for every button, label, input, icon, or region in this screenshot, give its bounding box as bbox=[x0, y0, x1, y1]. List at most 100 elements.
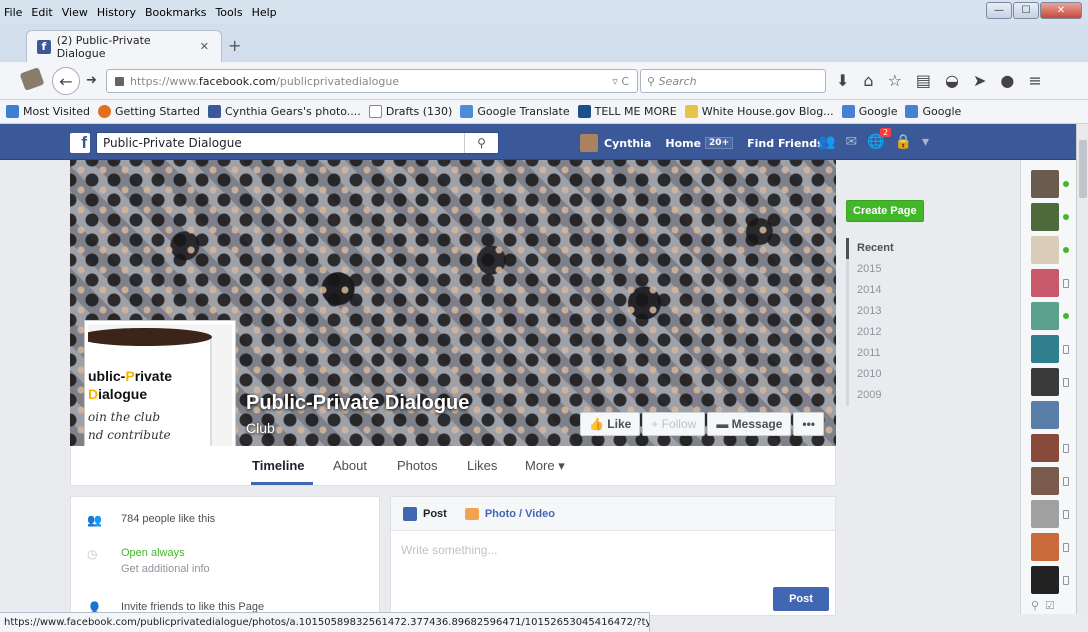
menu-bookmarks[interactable]: Bookmarks bbox=[145, 6, 206, 19]
chat-contact-avatar[interactable] bbox=[1031, 170, 1059, 198]
year-2011[interactable]: 2011 bbox=[849, 343, 926, 364]
create-page-button[interactable]: Create Page bbox=[846, 200, 924, 222]
timeline-years: Recent 2015 2014 2013 2012 2011 2010 200… bbox=[846, 238, 926, 406]
menu-history[interactable]: History bbox=[97, 6, 136, 19]
browser-search-input[interactable]: ⚲ Search bbox=[640, 69, 826, 93]
chat-contact-avatar[interactable] bbox=[1031, 203, 1059, 231]
like-button[interactable]: 👍 Like bbox=[580, 412, 641, 436]
bookmark-tell-me-more[interactable]: TELL ME MORE bbox=[577, 105, 677, 118]
composer-photo-tab[interactable]: Photo / Video bbox=[485, 508, 555, 520]
reading-list-icon[interactable]: ▤ bbox=[916, 71, 931, 90]
menu-edit[interactable]: Edit bbox=[31, 6, 52, 19]
tab-photos[interactable]: Photos bbox=[397, 458, 437, 473]
chat-contact-avatar[interactable] bbox=[1031, 335, 1059, 363]
year-2013[interactable]: 2013 bbox=[849, 301, 926, 322]
send-icon[interactable]: ➤ bbox=[973, 71, 986, 90]
chat-search-icons[interactable]: ⚲☑ bbox=[1031, 599, 1061, 612]
user-avatar[interactable] bbox=[580, 134, 598, 152]
chat-contact-avatar[interactable] bbox=[1031, 236, 1059, 264]
bookmark-google-1[interactable]: Google bbox=[841, 105, 898, 118]
pocket-icon[interactable]: ◒ bbox=[945, 71, 959, 90]
chat-contact-avatar[interactable] bbox=[1031, 566, 1059, 594]
chat-contact-avatar[interactable] bbox=[1031, 434, 1059, 462]
home-icon[interactable]: ⌂ bbox=[863, 71, 873, 90]
bookmark-most-visited[interactable]: Most Visited bbox=[6, 105, 90, 118]
post-button[interactable]: Post bbox=[773, 587, 829, 611]
year-2010[interactable]: 2010 bbox=[849, 364, 926, 385]
friend-requests-icon[interactable]: 👥 bbox=[818, 134, 835, 150]
hamburger-menu-icon[interactable]: ≡ bbox=[1028, 71, 1041, 90]
tab-likes[interactable]: Likes bbox=[467, 458, 497, 473]
minimize-button[interactable]: — bbox=[986, 2, 1012, 19]
find-friends-link[interactable]: Find Friends bbox=[747, 137, 824, 150]
bookmark-drafts[interactable]: Drafts (130) bbox=[368, 105, 452, 118]
tab-title: (2) Public-Private Dialogue bbox=[56, 33, 151, 60]
composer-post-tab[interactable]: Post bbox=[423, 508, 447, 520]
download-icon[interactable]: ⬇ bbox=[836, 71, 849, 90]
messages-icon[interactable]: ✉ bbox=[845, 134, 857, 150]
reload-icon[interactable]: ▿ C bbox=[612, 75, 629, 88]
fb-search-input[interactable]: Public-Private Dialogue ⚲ bbox=[96, 132, 499, 154]
menu-help[interactable]: Help bbox=[252, 6, 277, 19]
tab-timeline[interactable]: Timeline bbox=[252, 458, 305, 473]
bookmark-google-2[interactable]: Google bbox=[905, 105, 961, 118]
page-scrollbar[interactable] bbox=[1076, 124, 1088, 614]
chat-contact-avatar[interactable] bbox=[1031, 302, 1059, 330]
composer-input[interactable]: Write something... bbox=[401, 543, 497, 557]
bookmark-label: Google bbox=[858, 105, 898, 118]
scrollbar-thumb[interactable] bbox=[1079, 140, 1087, 198]
chat-sidebar: ⚲☑ bbox=[1020, 160, 1076, 614]
mobile-status-icon bbox=[1063, 345, 1069, 354]
additional-info-link[interactable]: Get additional info bbox=[121, 563, 210, 575]
bookmark-white-house[interactable]: White House.gov Blog... bbox=[684, 105, 834, 118]
account-chevron-icon[interactable]: ▾ bbox=[922, 134, 929, 150]
bookmark-label: Google Translate bbox=[477, 105, 570, 118]
menu-view[interactable]: View bbox=[62, 6, 88, 19]
page-title[interactable]: Public-Private Dialogue bbox=[246, 392, 469, 415]
chat-contact-avatar[interactable] bbox=[1031, 500, 1059, 528]
forward-button[interactable]: ➜ bbox=[86, 73, 97, 88]
year-recent[interactable]: Recent bbox=[846, 238, 926, 259]
maximize-button[interactable]: ☐ bbox=[1013, 2, 1039, 19]
url-bar[interactable]: https://www. facebook.com/publicprivatedi… bbox=[106, 69, 638, 93]
likes-row[interactable]: 👥 784 people like this bbox=[87, 513, 215, 527]
new-tab-icon[interactable]: + bbox=[228, 36, 241, 55]
user-name-link[interactable]: Cynthia bbox=[604, 137, 651, 150]
bookmark-getting-started[interactable]: Getting Started bbox=[97, 105, 200, 118]
browser-tab[interactable]: f (2) Public-Private Dialogue ✕ bbox=[26, 30, 222, 62]
tab-about[interactable]: About bbox=[333, 458, 367, 473]
bookmark-google-translate[interactable]: Google Translate bbox=[460, 105, 570, 118]
chat-contact-avatar[interactable] bbox=[1031, 467, 1059, 495]
bookmark-star-icon[interactable]: ☆ bbox=[888, 71, 902, 90]
close-tab-icon[interactable]: ✕ bbox=[200, 40, 209, 53]
chat-contact-avatar[interactable] bbox=[1031, 533, 1059, 561]
tab-more[interactable]: More ▾ bbox=[525, 458, 565, 474]
chat-icon[interactable]: ● bbox=[1000, 71, 1014, 90]
message-button[interactable]: ▬ Message bbox=[707, 412, 792, 436]
year-2009[interactable]: 2009 bbox=[849, 385, 926, 406]
page-category[interactable]: Club bbox=[246, 420, 275, 436]
follow-button[interactable]: + Follow bbox=[642, 412, 706, 436]
chat-contact-avatar[interactable] bbox=[1031, 401, 1059, 429]
facebook-logo-icon[interactable]: f bbox=[70, 133, 90, 153]
privacy-shortcuts-icon[interactable]: 🔒 bbox=[895, 134, 912, 150]
more-options-button[interactable]: ••• bbox=[793, 412, 824, 436]
close-window-button[interactable]: ✕ bbox=[1040, 2, 1082, 19]
facebook-icon bbox=[208, 105, 221, 118]
year-2015[interactable]: 2015 bbox=[849, 259, 926, 280]
year-2014[interactable]: 2014 bbox=[849, 280, 926, 301]
fb-nav: Cynthia Home 20+ Find Friends bbox=[580, 134, 824, 152]
back-button[interactable]: ← bbox=[52, 67, 80, 95]
menu-file[interactable]: File bbox=[4, 6, 22, 19]
chat-contact-avatar[interactable] bbox=[1031, 269, 1059, 297]
bookmark-cynthia-photo[interactable]: Cynthia Gears's photo.... bbox=[208, 105, 361, 118]
composer-tabs: Post Photo / Video bbox=[391, 497, 835, 531]
search-icon[interactable]: ⚲ bbox=[464, 133, 498, 153]
chat-contact-avatar[interactable] bbox=[1031, 368, 1059, 396]
google-icon bbox=[905, 105, 919, 118]
menu-tools[interactable]: Tools bbox=[215, 6, 242, 19]
tab-strip: f (2) Public-Private Dialogue ✕ + bbox=[0, 24, 1088, 62]
year-2012[interactable]: 2012 bbox=[849, 322, 926, 343]
home-link[interactable]: Home bbox=[665, 137, 701, 150]
hours-row: ◷ Open always Get additional info bbox=[87, 547, 210, 575]
